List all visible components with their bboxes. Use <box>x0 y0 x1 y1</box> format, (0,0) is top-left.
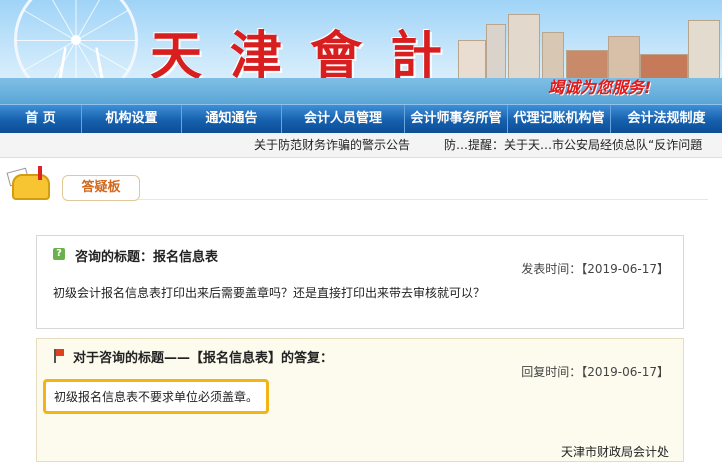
news-ticker: 关于防范财务诈骗的警示公告 防…提醒：关于天…市公安局经侦总队“反诈问題 <box>0 133 722 158</box>
site-banner: 天津會計 竭诚为您服务! <box>0 0 722 104</box>
nav-item-home[interactable]: 首 页 <box>0 105 82 133</box>
nav-item-notices[interactable]: 通知通告 <box>182 105 282 133</box>
mailbox-icon <box>6 166 52 202</box>
nav-item-accountant-management[interactable]: 会计人员管理 <box>282 105 405 133</box>
answer-reply-time: 回复时间：【2019-06-17】 <box>521 365 669 379</box>
answer-title: 对于咨询的标题——【报名信息表】的答复： <box>73 351 334 366</box>
ticker-link-fraud-warning[interactable]: 关于防范财务诈骗的警示公告 <box>254 133 410 157</box>
question-title: 咨询的标题：报名信息表 <box>75 250 219 265</box>
answer-body-highlight: 初级报名信息表不要求单位必须盖章。 <box>43 379 270 414</box>
nav-item-bookkeeping-agencies[interactable]: 代理记账机构管 <box>508 105 611 133</box>
site-slogan: 竭诚为您服务! <box>548 78 652 97</box>
flag-icon <box>53 349 64 363</box>
main-nav: 首 页 机构设置 通知通告 会计人员管理 会计师事务所管 代理记账机构管 会计法… <box>0 104 722 133</box>
answer-signature: 天津市财政局会计处 <box>560 445 669 459</box>
question-icon: ? <box>53 248 65 260</box>
question-post-time: 发表时间：【2019-06-17】 <box>521 262 669 276</box>
ticker-link-police-notice[interactable]: 防…提醒：关于天…市公安局经侦总队“反诈问題 <box>444 133 702 157</box>
answer-panel: 对于咨询的标题——【报名信息表】的答复： 回复时间：【2019-06-17】 初… <box>36 338 684 462</box>
divider <box>138 199 708 200</box>
nav-item-accounting-firms[interactable]: 会计师事务所管 <box>405 105 508 133</box>
answer-board-title: 答疑板 <box>62 175 140 201</box>
question-panel: ? 咨询的标题：报名信息表 发表时间：【2019-06-17】 初级会计报名信息… <box>36 235 684 329</box>
nav-item-regulations[interactable]: 会计法规制度 <box>611 105 722 133</box>
nav-item-organization[interactable]: 机构设置 <box>82 105 182 133</box>
question-body: 初级会计报名信息表打印出来后需要盖章吗？还是直接打印出来带去审核就可以？ <box>53 286 486 300</box>
